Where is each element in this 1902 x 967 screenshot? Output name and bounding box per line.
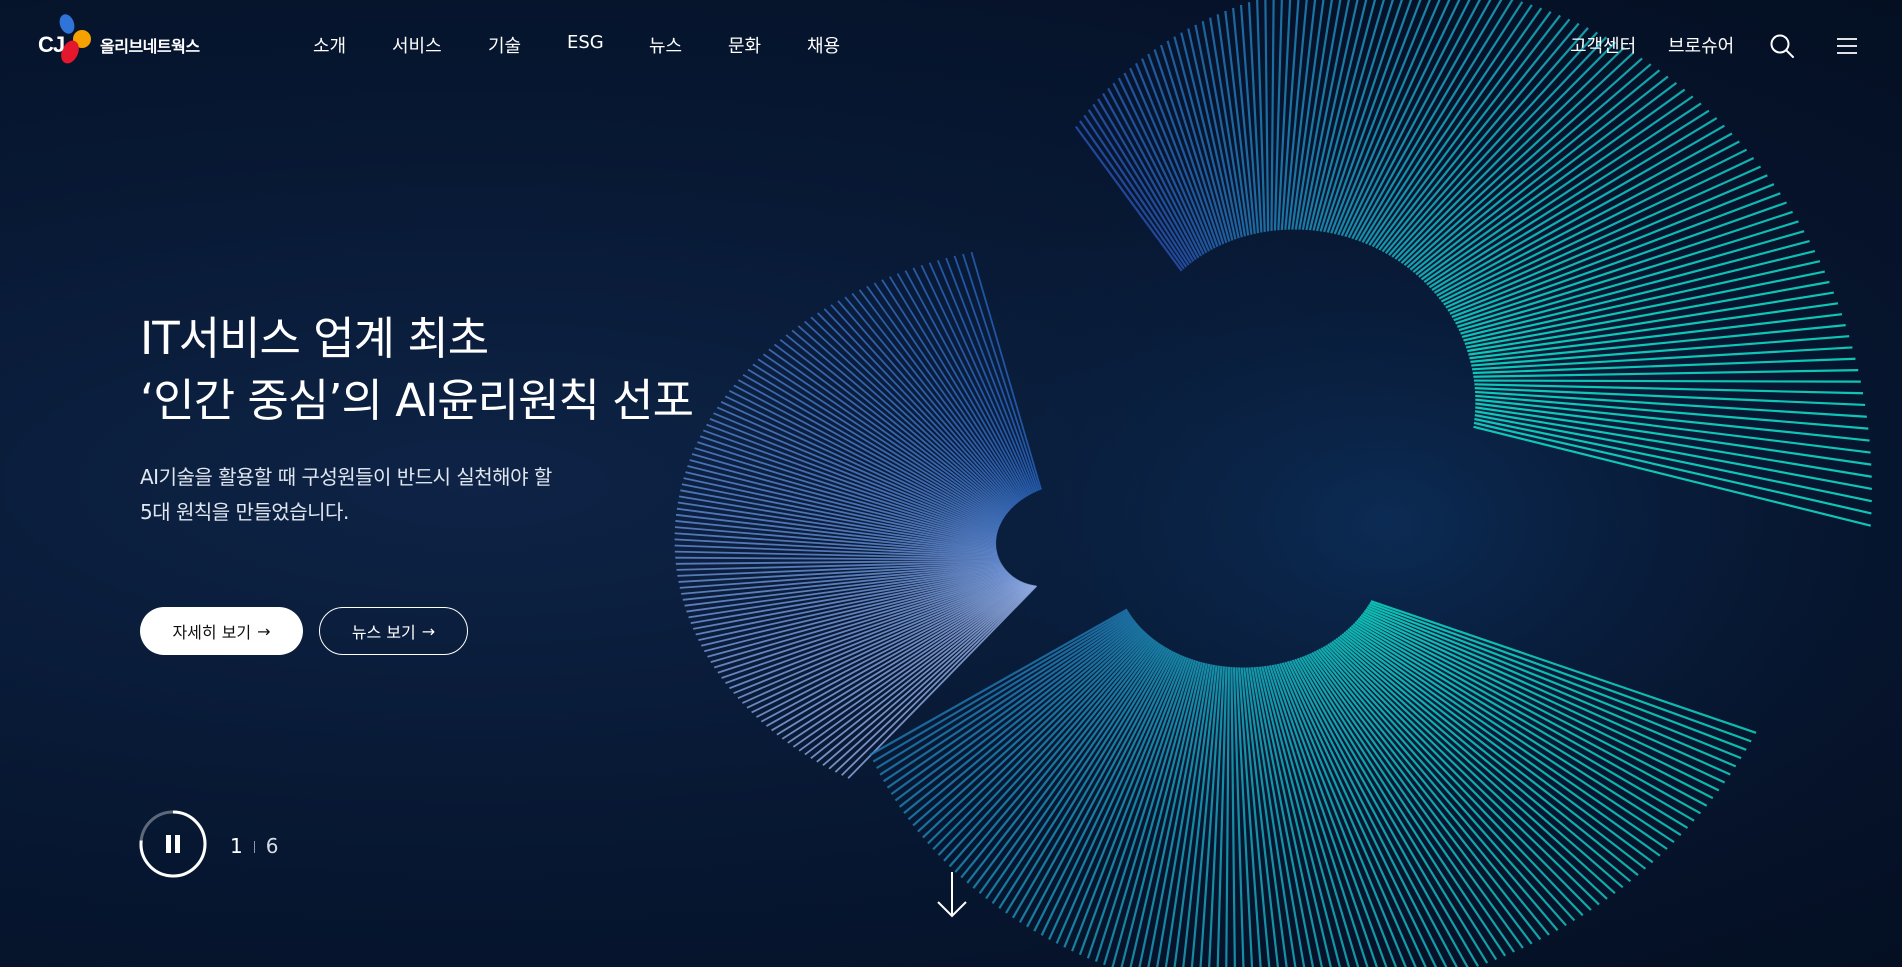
hero-description: AI기술을 활용할 때 구성원들이 반드시 실천해야 할 5대 원칙을 만들었습…	[140, 460, 552, 530]
logo-cj-text: CJ	[38, 32, 65, 57]
hero-title-line2: ‘인간 중심’의 AI윤리원칙 선포	[140, 374, 694, 427]
nav-item-esg[interactable]: ESG	[567, 32, 604, 53]
hero-description-line1: AI기술을 활용할 때 구성원들이 반드시 실천해야 할	[140, 465, 552, 489]
nav-item-culture[interactable]: 문화	[728, 32, 761, 58]
view-news-label: 뉴스 보기	[351, 623, 416, 642]
nav-item-recruit[interactable]: 채용	[807, 32, 840, 58]
logo-company-name: 올리브네트웍스	[100, 37, 200, 56]
nav-item-news[interactable]: 뉴스	[649, 32, 682, 58]
brochure-link[interactable]: 브로슈어	[1668, 32, 1734, 58]
counter-divider	[253, 840, 255, 853]
hero-title-line1: IT서비스 업계 최초	[140, 312, 489, 365]
hero-description-line2: 5대 원칙을 만들었습니다.	[140, 500, 349, 524]
nav-item-about[interactable]: 소개	[313, 32, 346, 58]
slide-current: 1	[230, 834, 243, 858]
site-header: CJ 올리브네트웍스 소개 서비스 기술 ESG 뉴스 문화 채용 고객센터 브…	[0, 0, 1902, 92]
slide-counter: 16	[230, 834, 278, 858]
pause-icon	[166, 835, 180, 853]
arrow-right-icon: →	[257, 621, 271, 641]
customer-center-link[interactable]: 고객센터	[1570, 32, 1636, 58]
view-news-button[interactable]: 뉴스 보기 →	[319, 607, 468, 655]
nav-item-services[interactable]: 서비스	[392, 32, 442, 58]
view-details-button[interactable]: 자세히 보기 →	[140, 607, 303, 655]
view-details-label: 자세히 보기	[172, 623, 252, 642]
nav-item-technology[interactable]: 기술	[488, 32, 521, 58]
arrow-down-icon[interactable]	[934, 870, 970, 920]
hero-title: IT서비스 업계 최초 ‘인간 중심’의 AI윤리원칙 선포	[140, 308, 694, 432]
cj-olivenetworks-logo[interactable]: CJ 올리브네트웍스	[38, 12, 208, 68]
slide-total: 6	[265, 834, 279, 858]
arrow-right-icon: →	[421, 621, 436, 641]
slider-pause-button[interactable]	[139, 810, 207, 878]
search-icon[interactable]	[1769, 33, 1795, 59]
hamburger-menu-icon[interactable]	[1836, 36, 1858, 56]
